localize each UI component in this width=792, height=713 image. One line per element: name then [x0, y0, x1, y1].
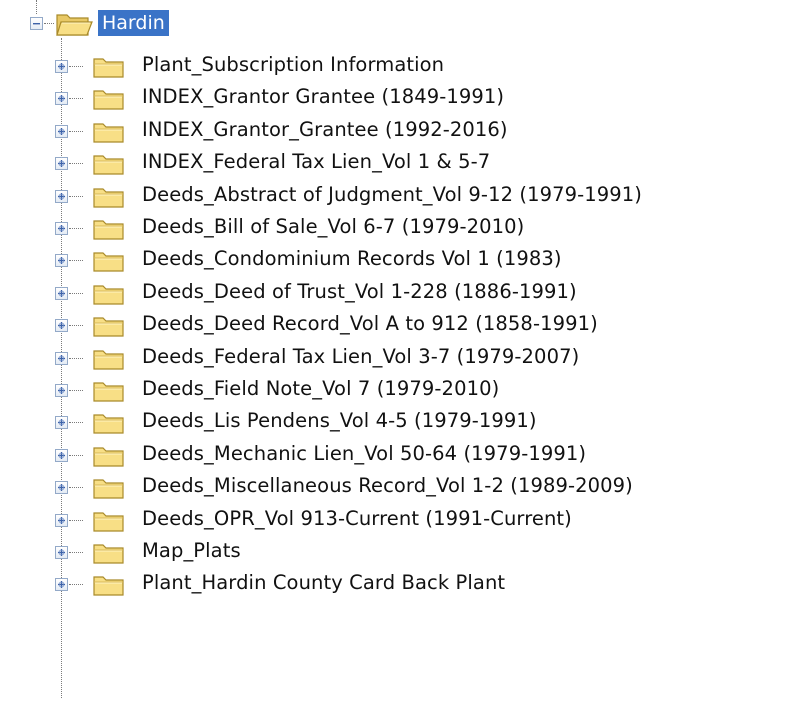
tree-connector-h	[69, 455, 83, 456]
tree-connector-h	[69, 487, 83, 488]
tree-connector-h	[69, 163, 83, 164]
folder-closed-icon	[93, 479, 124, 499]
expand-plus-icon[interactable]	[55, 416, 68, 429]
tree-node-label[interactable]: Deeds_Deed Record_Vol A to 912 (1858-199…	[142, 308, 598, 340]
tree-connector-h	[69, 358, 83, 359]
tree-node-label[interactable]: Deeds_Lis Pendens_Vol 4-5 (1979-1991)	[142, 405, 537, 437]
folder-tree: Hardin Plant_Subscription Information IND…	[0, 0, 792, 713]
expand-plus-icon[interactable]	[55, 125, 68, 138]
tree-connector-h	[69, 260, 83, 261]
expand-plus-icon[interactable]	[55, 157, 68, 170]
tree-node-label[interactable]: Deeds_Deed of Trust_Vol 1-228 (1886-1991…	[142, 276, 577, 308]
folder-closed-icon	[93, 90, 124, 110]
folder-closed-icon	[93, 285, 124, 305]
expand-plus-icon[interactable]	[55, 449, 68, 462]
expand-plus-icon[interactable]	[55, 352, 68, 365]
tree-connector-h	[69, 196, 83, 197]
tree-node[interactable]: Deeds_Mechanic Lien_Vol 50-64 (1979-1991…	[0, 438, 792, 470]
tree-node[interactable]: Deeds_Field Note_Vol 7 (1979-2010)	[0, 373, 792, 405]
tree-node[interactable]: INDEX_Grantor Grantee (1849-1991)	[0, 81, 792, 113]
tree-node-label[interactable]: INDEX_Federal Tax Lien_Vol 1 & 5-7	[142, 146, 490, 178]
tree-node-label[interactable]: Plant_Hardin County Card Back Plant	[142, 567, 505, 599]
expand-plus-icon[interactable]	[55, 546, 68, 559]
tree-node-label[interactable]: INDEX_Grantor_Grantee (1992-2016)	[142, 114, 508, 146]
tree-node[interactable]: Deeds_Lis Pendens_Vol 4-5 (1979-1991)	[0, 405, 792, 437]
folder-closed-icon	[93, 58, 124, 78]
tree-node-label[interactable]: Plant_Subscription Information	[142, 49, 444, 81]
tree-node-label[interactable]: Deeds_Condominium Records Vol 1 (1983)	[142, 243, 562, 275]
folder-closed-icon	[93, 220, 124, 240]
folder-closed-icon	[93, 155, 124, 175]
tree-connector-h	[69, 325, 83, 326]
folder-closed-icon	[93, 317, 124, 337]
tree-connector-h	[69, 584, 83, 585]
expand-plus-icon[interactable]	[55, 287, 68, 300]
tree-connector-h	[69, 228, 83, 229]
expand-plus-icon[interactable]	[55, 481, 68, 494]
folder-open-icon	[56, 14, 93, 36]
folder-closed-icon	[93, 447, 124, 467]
tree-connector-h	[69, 66, 83, 67]
tree-node-label[interactable]: Deeds_Federal Tax Lien_Vol 3-7 (1979-200…	[142, 341, 579, 373]
tree-node-label[interactable]: Deeds_Mechanic Lien_Vol 50-64 (1979-1991…	[142, 438, 586, 470]
tree-node-label[interactable]: Deeds_Abstract of Judgment_Vol 9-12 (197…	[142, 179, 642, 211]
collapse-minus-icon[interactable]	[30, 17, 43, 30]
tree-node-label[interactable]: Map_Plats	[142, 535, 241, 567]
tree-node[interactable]: Deeds_Miscellaneous Record_Vol 1-2 (1989…	[0, 470, 792, 502]
tree-connector-root	[36, 0, 37, 14]
tree-node[interactable]: Map_Plats	[0, 535, 792, 567]
tree-node[interactable]: Deeds_Abstract of Judgment_Vol 9-12 (197…	[0, 179, 792, 211]
tree-node[interactable]: Deeds_Bill of Sale_Vol 6-7 (1979-2010)	[0, 211, 792, 243]
tree-node-label[interactable]: Deeds_OPR_Vol 913-Current (1991-Current)	[142, 503, 572, 535]
expand-plus-icon[interactable]	[55, 578, 68, 591]
expand-plus-icon[interactable]	[55, 222, 68, 235]
tree-connector-root-h	[44, 23, 54, 24]
tree-connector-h	[69, 422, 83, 423]
folder-closed-icon	[93, 350, 124, 370]
expand-plus-icon[interactable]	[55, 60, 68, 73]
expand-plus-icon[interactable]	[55, 92, 68, 105]
expand-plus-icon[interactable]	[55, 254, 68, 267]
expand-plus-icon[interactable]	[55, 384, 68, 397]
tree-node[interactable]: Deeds_Federal Tax Lien_Vol 3-7 (1979-200…	[0, 341, 792, 373]
expand-plus-icon[interactable]	[55, 319, 68, 332]
tree-node[interactable]: INDEX_Grantor_Grantee (1992-2016)	[0, 114, 792, 146]
folder-closed-icon	[93, 512, 124, 532]
tree-connector-h	[69, 293, 83, 294]
tree-root-label[interactable]: Hardin	[98, 10, 169, 36]
tree-connector-h	[69, 552, 83, 553]
tree-node[interactable]: Deeds_Deed of Trust_Vol 1-228 (1886-1991…	[0, 276, 792, 308]
folder-closed-icon	[93, 414, 124, 434]
folder-closed-icon	[93, 188, 124, 208]
tree-node-label[interactable]: INDEX_Grantor Grantee (1849-1991)	[142, 81, 504, 113]
folder-closed-icon	[93, 252, 124, 272]
tree-node[interactable]: Plant_Hardin County Card Back Plant	[0, 567, 792, 599]
tree-node[interactable]: INDEX_Federal Tax Lien_Vol 1 & 5-7	[0, 146, 792, 178]
tree-node-label[interactable]: Deeds_Field Note_Vol 7 (1979-2010)	[142, 373, 499, 405]
expand-plus-icon[interactable]	[55, 190, 68, 203]
folder-closed-icon	[93, 576, 124, 596]
tree-node[interactable]: Plant_Subscription Information	[0, 49, 792, 81]
tree-connector-h	[69, 131, 83, 132]
tree-node[interactable]: Deeds_Deed Record_Vol A to 912 (1858-199…	[0, 308, 792, 340]
tree-connector-h	[69, 98, 83, 99]
tree-node-label[interactable]: Deeds_Bill of Sale_Vol 6-7 (1979-2010)	[142, 211, 524, 243]
tree-node-label[interactable]: Deeds_Miscellaneous Record_Vol 1-2 (1989…	[142, 470, 633, 502]
expand-plus-icon[interactable]	[55, 514, 68, 527]
folder-closed-icon	[93, 544, 124, 564]
folder-closed-icon	[93, 123, 124, 143]
tree-node[interactable]: Deeds_Condominium Records Vol 1 (1983)	[0, 243, 792, 275]
tree-connector-h	[69, 520, 83, 521]
folder-closed-icon	[93, 382, 124, 402]
tree-connector-h	[69, 390, 83, 391]
tree-node[interactable]: Deeds_OPR_Vol 913-Current (1991-Current)	[0, 503, 792, 535]
